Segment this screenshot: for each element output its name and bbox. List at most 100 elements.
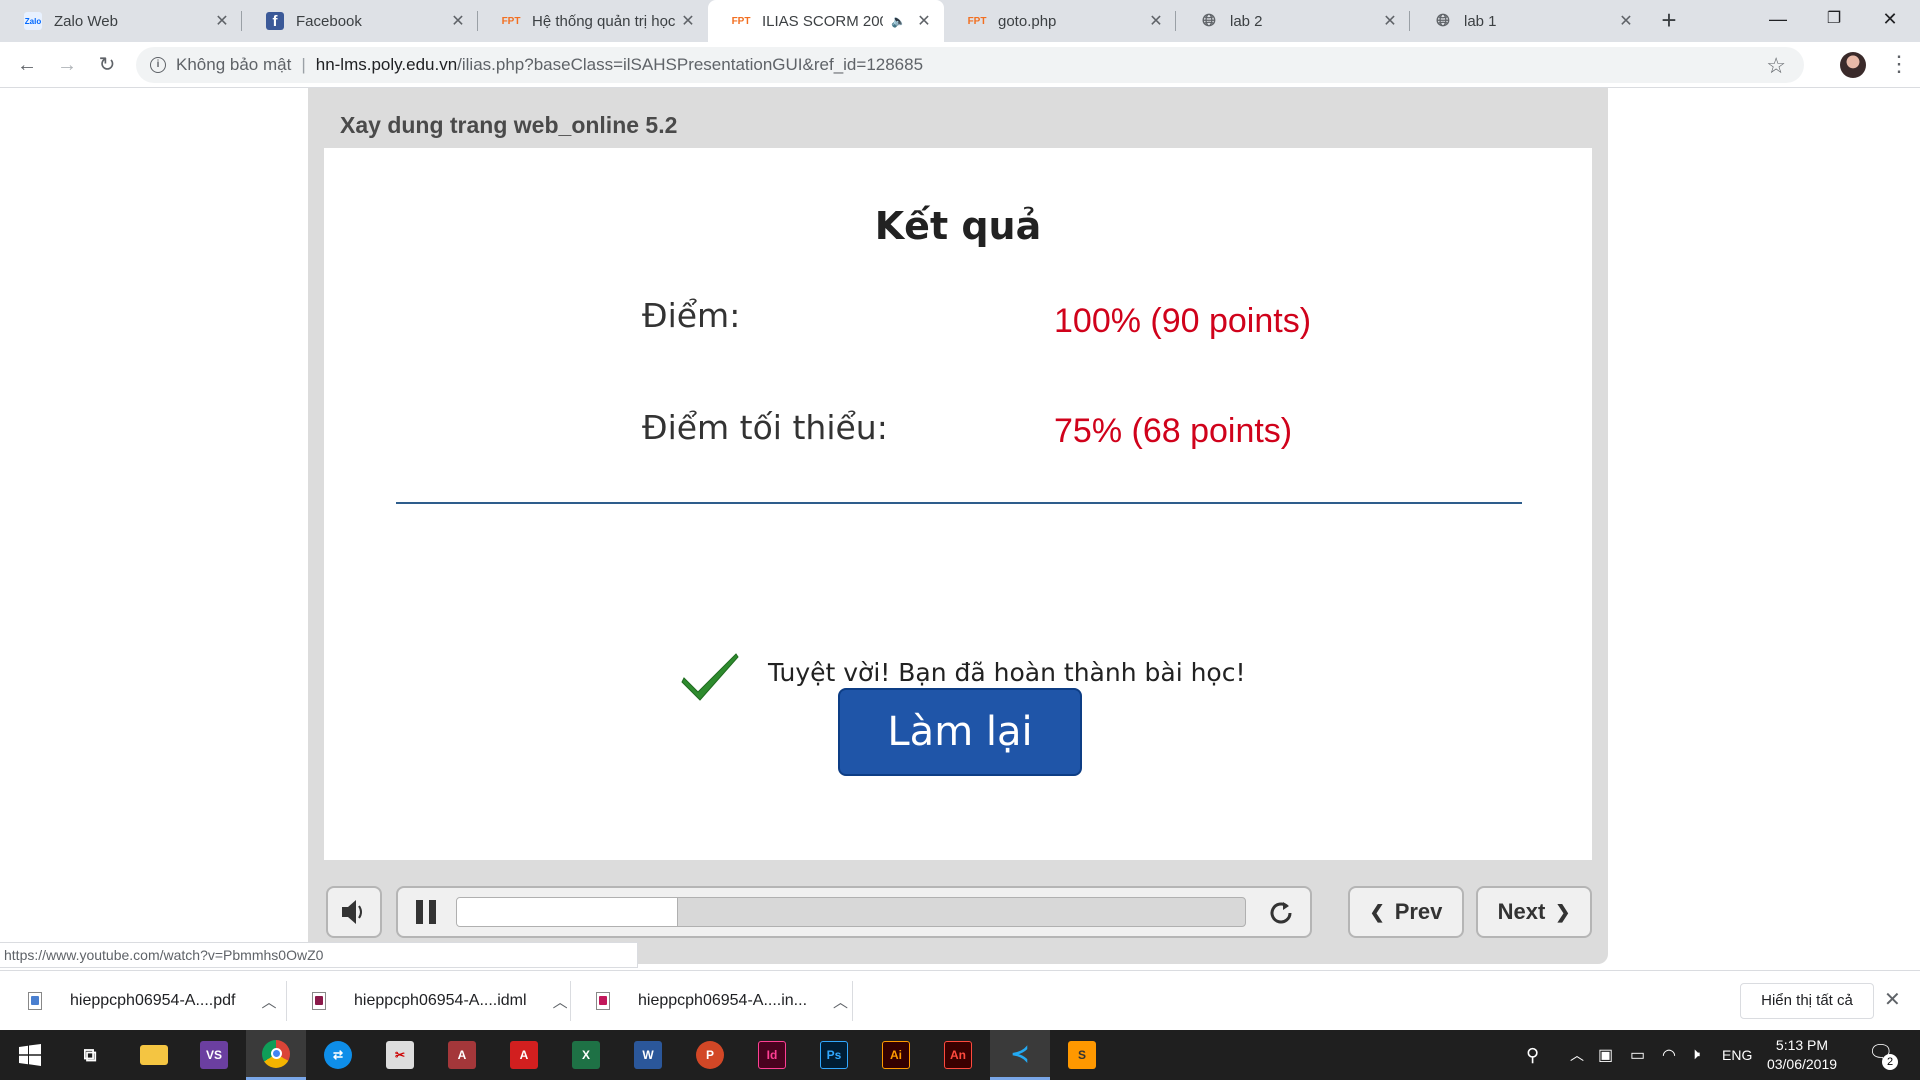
min-score-value: 75% (68 points) bbox=[1054, 412, 1293, 450]
acrobat-icon[interactable]: A bbox=[494, 1030, 554, 1080]
playback-bar bbox=[396, 886, 1312, 938]
close-icon[interactable]: ✕ bbox=[1380, 11, 1400, 31]
restore-button[interactable]: ❐ bbox=[1804, 0, 1864, 40]
next-button[interactable]: Next ❯ bbox=[1476, 886, 1592, 938]
close-icon[interactable]: ✕ bbox=[1616, 11, 1636, 31]
close-icon[interactable]: ✕ bbox=[448, 11, 468, 31]
clock-date: 03/06/2019 bbox=[1766, 1056, 1838, 1072]
download-name: hieppcph06954-A....pdf bbox=[70, 992, 236, 1009]
snipping-tool-icon[interactable]: ✂ bbox=[370, 1030, 430, 1080]
teamviewer-glyph: ⇄ bbox=[324, 1041, 352, 1069]
retry-button[interactable]: Làm lại bbox=[838, 688, 1082, 776]
wifi-icon[interactable]: ◠ bbox=[1662, 1030, 1676, 1080]
minimize-button[interactable]: — bbox=[1748, 0, 1808, 40]
download-separator bbox=[570, 981, 571, 1021]
browser-toolbar: ← → ↻ i Không bảo mật | hn-lms.poly.edu.… bbox=[0, 42, 1920, 88]
status-url-bubble: https://www.youtube.com/watch?v=Pbmmhs0O… bbox=[0, 942, 638, 968]
close-icon[interactable]: ✕ bbox=[1884, 987, 1901, 1012]
windows-start-icon[interactable] bbox=[0, 1030, 60, 1080]
download-item[interactable]: hieppcph06954-A....pdf ︿ bbox=[28, 971, 276, 1031]
fpt-icon: FPT bbox=[501, 15, 521, 27]
acrobat-glyph: A bbox=[510, 1041, 538, 1069]
close-icon[interactable]: ✕ bbox=[678, 11, 698, 31]
close-icon[interactable]: ✕ bbox=[1146, 11, 1166, 31]
tab-lab-1[interactable]: 🌐︎ lab 1 ✕ bbox=[1410, 0, 1646, 42]
windows-taskbar: ⧉ VS ⇄ ✂ A A X W P Id Ps Ai An ≺ S ⚲ ︿ ▣… bbox=[0, 1030, 1920, 1080]
volume-button[interactable] bbox=[326, 886, 382, 938]
security-label[interactable]: Không bảo mật bbox=[176, 55, 291, 75]
close-window-button[interactable]: ✕ bbox=[1860, 0, 1920, 40]
tab-facebook[interactable]: f Facebook ✕ bbox=[242, 0, 478, 42]
info-icon[interactable]: i bbox=[150, 57, 166, 73]
indd-file-icon bbox=[596, 992, 610, 1010]
indesign-icon[interactable]: Id bbox=[742, 1030, 802, 1080]
tab-lab-2[interactable]: 🌐︎ lab 2 ✕ bbox=[1176, 0, 1410, 42]
teamviewer-icon[interactable]: ⇄ bbox=[308, 1030, 368, 1080]
photoshop-glyph: Ps bbox=[820, 1041, 848, 1069]
chevron-up-icon[interactable]: ︿ bbox=[1570, 1030, 1584, 1080]
reload-button[interactable]: ↻ bbox=[90, 48, 124, 82]
network-icon[interactable]: ▣ bbox=[1598, 1030, 1613, 1080]
download-item[interactable]: hieppcph06954-A....in... ︿ bbox=[596, 971, 848, 1031]
excel-glyph: X bbox=[572, 1041, 600, 1069]
address-bar[interactable]: i Không bảo mật | hn-lms.poly.edu.vn /il… bbox=[136, 47, 1804, 83]
chrome-icon[interactable] bbox=[246, 1030, 306, 1080]
divider bbox=[396, 502, 1522, 504]
replay-icon[interactable] bbox=[1266, 898, 1296, 928]
score-value: 100% (90 points) bbox=[1054, 302, 1312, 340]
speaker-icon[interactable]: 🔈 bbox=[891, 14, 906, 28]
tab-zalo[interactable]: Zalo Zalo Web ✕ bbox=[0, 0, 242, 42]
bookmark-star-icon[interactable]: ☆ bbox=[1766, 53, 1786, 79]
excel-icon[interactable]: X bbox=[556, 1030, 616, 1080]
forward-button[interactable]: → bbox=[50, 48, 84, 82]
file-explorer-icon[interactable] bbox=[124, 1030, 184, 1080]
chevron-up-icon[interactable]: ︿ bbox=[833, 991, 848, 1012]
battery-icon[interactable]: ▭ bbox=[1630, 1030, 1645, 1080]
profile-avatar[interactable] bbox=[1840, 52, 1866, 78]
prev-label: Prev bbox=[1394, 899, 1443, 924]
download-name: hieppcph06954-A....idml bbox=[354, 992, 527, 1009]
pdf-file-icon bbox=[28, 992, 42, 1010]
illustrator-icon[interactable]: Ai bbox=[866, 1030, 926, 1080]
score-label: Điểm: bbox=[642, 296, 741, 335]
chevron-up-icon[interactable]: ︿ bbox=[261, 991, 276, 1012]
sublime-icon[interactable]: S bbox=[1052, 1030, 1112, 1080]
pause-button[interactable] bbox=[416, 900, 438, 924]
chevron-up-icon[interactable]: ︿ bbox=[553, 991, 568, 1012]
prev-button[interactable]: ❮ Prev bbox=[1348, 886, 1464, 938]
vscode-icon[interactable]: ≺ bbox=[990, 1030, 1050, 1080]
task-view-icon[interactable]: ⧉ bbox=[60, 1030, 120, 1080]
volume-icon[interactable]: 🕨︎ bbox=[1690, 1030, 1700, 1080]
fpt-icon: FPT bbox=[731, 15, 751, 27]
download-item[interactable]: hieppcph06954-A....idml ︿ bbox=[312, 971, 568, 1031]
word-icon[interactable]: W bbox=[618, 1030, 678, 1080]
tab-goto[interactable]: FPT goto.php ✕ bbox=[944, 0, 1176, 42]
animate-icon[interactable]: An bbox=[928, 1030, 988, 1080]
show-all-button[interactable]: Hiển thị tất cả bbox=[1740, 983, 1874, 1019]
word-glyph: W bbox=[634, 1041, 662, 1069]
chevron-right-icon: ❯ bbox=[1555, 901, 1571, 922]
visual-studio-icon[interactable]: VS bbox=[184, 1030, 244, 1080]
close-icon[interactable]: ✕ bbox=[212, 11, 232, 31]
tab-lms[interactable]: FPT Hệ thống quản trị học ✕ bbox=[478, 0, 708, 42]
back-button[interactable]: ← bbox=[10, 48, 44, 82]
language-indicator[interactable]: ENG bbox=[1722, 1030, 1752, 1080]
access-icon[interactable]: A bbox=[432, 1030, 492, 1080]
browser-menu-icon[interactable]: ⋮ bbox=[1888, 50, 1910, 78]
idml-file-icon bbox=[312, 992, 326, 1010]
notification-center-icon[interactable]: 🗨︎ 2 bbox=[1868, 1040, 1900, 1070]
url-separator: | bbox=[301, 55, 306, 74]
photoshop-icon[interactable]: Ps bbox=[804, 1030, 864, 1080]
download-name: hieppcph06954-A....in... bbox=[638, 992, 808, 1009]
people-icon[interactable]: ⚲ bbox=[1526, 1030, 1539, 1080]
animate-glyph: An bbox=[944, 1041, 972, 1069]
progress-track[interactable] bbox=[456, 897, 1246, 927]
clock[interactable]: 5:13 PM 03/06/2019 bbox=[1754, 1036, 1850, 1074]
powerpoint-icon[interactable]: P bbox=[680, 1030, 740, 1080]
tab-ilias-scorm[interactable]: FPT ILIAS SCORM 2004 🔈 ✕ bbox=[708, 0, 944, 42]
tab-title: ILIAS SCORM 2004 bbox=[762, 12, 884, 30]
new-tab-button[interactable]: + bbox=[1654, 6, 1684, 36]
facebook-icon: f bbox=[266, 12, 284, 30]
close-icon[interactable]: ✕ bbox=[914, 11, 934, 31]
folder-icon bbox=[140, 1045, 168, 1065]
